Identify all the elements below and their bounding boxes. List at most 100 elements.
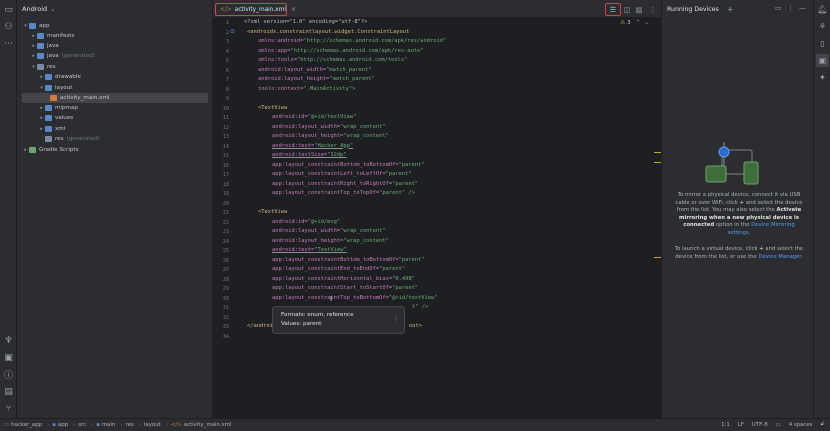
version-control-icon[interactable]: ⑂ (2, 402, 15, 415)
chevron-right-icon[interactable]: ▸ (30, 33, 37, 39)
running-devices-icon[interactable]: ▣ (816, 54, 829, 67)
device-manager-link[interactable]: Device Manager (758, 254, 801, 260)
tree-item-manifests[interactable]: ▸ manifests (30, 31, 74, 41)
line-separator[interactable]: LF (738, 422, 744, 428)
code-line: android:text="Hacker App" (272, 142, 353, 151)
breadcrumb-item[interactable]: layout (144, 422, 161, 428)
activity-gutter-icon[interactable]: ⊙ (230, 28, 235, 35)
xml-file-icon: </> (170, 422, 182, 428)
gemini-icon[interactable]: ✦ (816, 71, 829, 84)
chevron-right-icon[interactable]: ▸ (22, 147, 29, 153)
chevron-down-icon[interactable]: ▾ (30, 64, 37, 70)
running-devices-header: Running Devices + ▭ ⋮ — (662, 0, 813, 18)
more-options-icon[interactable]: ⋮ (787, 4, 794, 12)
line-number: 17 (222, 172, 229, 178)
warning-stripe-marker[interactable] (654, 257, 661, 258)
close-icon[interactable]: × (291, 7, 296, 13)
tree-item-activity-main-xml[interactable]: activity_main.xml (50, 93, 109, 103)
tree-item-mipmap[interactable]: ▸ mipmap (38, 103, 78, 113)
lock-icon[interactable]: 🔓︎ (821, 421, 825, 428)
tree-item-gradle-scripts[interactable]: ▸ Gradle Scripts (22, 145, 79, 155)
breadcrumb-item[interactable]: src (78, 422, 86, 428)
chevron-right-icon[interactable]: ▸ (30, 53, 37, 59)
folder-icon (45, 126, 52, 132)
breadcrumb-item[interactable]: res (126, 422, 134, 428)
line-number: 4 (225, 48, 229, 55)
breadcrumb-item[interactable]: hacker_app (11, 422, 42, 428)
tree-item-java-generated[interactable]: ▸ java (generated) (30, 51, 95, 61)
split-view-button[interactable]: ◫ (621, 3, 633, 16)
warning-stripe-marker[interactable] (654, 162, 661, 163)
terminal-icon[interactable]: ▤ (2, 385, 15, 398)
add-device-button[interactable]: + (727, 5, 734, 14)
chevron-right-icon[interactable]: ▸ (38, 126, 45, 132)
code-line: out> (409, 323, 422, 329)
code-line: android:layout_width="match_parent" (258, 66, 372, 75)
chevron-right-icon[interactable]: ▸ (38, 115, 45, 121)
tree-item-layout[interactable]: ▾ layout (38, 83, 72, 93)
minimize-icon[interactable]: — (799, 4, 806, 12)
chevron-down-icon[interactable]: ▾ (38, 85, 45, 91)
resources-folder-icon (37, 64, 44, 70)
design-view-button[interactable]: ▨ (633, 3, 645, 16)
tree-item-xml[interactable]: ▸ xml (38, 124, 65, 134)
tree-item-drawable[interactable]: ▸ drawable (38, 72, 81, 82)
layout-icon[interactable]: ▭ (775, 4, 782, 12)
gradle-icon[interactable]: ⚘ (816, 20, 829, 33)
tree-item-app[interactable]: ▾ app (22, 21, 50, 31)
breadcrumb-item[interactable]: main (102, 422, 115, 428)
code-area[interactable]: <?xml version="1.0" encoding="utf-8"?> <… (244, 18, 654, 418)
code-line: app:layout_constraintTop_toBottomOf="@+i… (272, 294, 438, 303)
devices-illustration-icon (705, 142, 759, 185)
code-attr: android:layout_width= (258, 66, 327, 73)
breadcrumb: ▭ hacker_app › ▪ app › src › ▪ main › res › lay… (0, 422, 233, 428)
code-value: "TextView" (314, 247, 347, 253)
chevron-up-icon[interactable]: ⌃ (636, 20, 641, 26)
device-manager-icon[interactable]: ▯ (816, 37, 829, 50)
structure-icon[interactable]: ⚇ (2, 20, 15, 33)
code-view-button[interactable]: ☰ (605, 3, 621, 16)
chevron-down-icon[interactable]: ▾ (22, 23, 29, 29)
code-line: <TextView (258, 104, 288, 111)
code-line: android:id="@+id/msg" (272, 218, 340, 227)
indent-setting[interactable]: 4 spaces (789, 422, 813, 428)
chevron-right-icon[interactable]: ▸ (30, 43, 37, 49)
code-line: <?xml version="1.0" encoding="utf-8"?> (244, 19, 368, 25)
more-tools-icon[interactable]: ⋯ (2, 37, 15, 50)
chevron-right-icon[interactable]: ▸ (38, 105, 45, 111)
file-encoding[interactable]: UTF-8 (752, 422, 768, 428)
tab-activity-main-xml[interactable]: </> activity_main.xml × (215, 3, 296, 16)
tree-item-label: java (47, 53, 59, 59)
project-folder-icon[interactable]: ▭ (2, 3, 15, 16)
project-view-selector[interactable]: Android ⌄ (17, 0, 212, 18)
chevron-down-icon[interactable]: ⌄ (644, 20, 649, 26)
tree-item-label: res (47, 64, 56, 70)
breadcrumb-item[interactable]: app (58, 422, 68, 428)
code-line: android:layout_width="wrap_content" (272, 227, 386, 236)
code-editor[interactable]: 1 2 3 4 5 6 7 8 9 10 11 12 13 14 15 16 1… (213, 18, 661, 418)
problems-icon[interactable]: ⓘ (2, 368, 15, 381)
left-tool-rail: ▭ ⚇ ⋯ ♆ ▣ ⓘ ▤ ⑂ (0, 0, 17, 431)
code-attr: xmlns:android= (258, 38, 304, 44)
editorconfig-icon[interactable]: ▭ (776, 422, 781, 428)
breadcrumb-item[interactable]: activity_main.xml (184, 422, 232, 428)
tree-item-values[interactable]: ▸ values (38, 113, 73, 123)
tree-item-label: Gradle Scripts (39, 147, 79, 153)
build-variants-icon[interactable]: ♆ (2, 334, 15, 347)
warning-stripe-marker[interactable] (654, 152, 661, 153)
tree-item-res[interactable]: ▾ res (30, 62, 56, 72)
code-line: android:text="TextView" (272, 246, 347, 255)
more-options-icon[interactable]: ⋮ (393, 316, 399, 322)
chevron-right-icon[interactable]: ▸ (38, 74, 45, 80)
code-attr: xmlns:app= (258, 47, 291, 54)
line-number: 20 (222, 200, 229, 207)
caret-position[interactable]: 1:1 (721, 422, 730, 428)
more-options-icon[interactable]: ⋮ (647, 3, 659, 16)
tree-item-java[interactable]: ▸ java (30, 41, 59, 51)
tree-item-res-generated[interactable]: res (generated) (38, 134, 100, 144)
code-attr: android:layout_width= (272, 228, 341, 234)
notifications-icon[interactable]: 🔔︎ (816, 3, 829, 16)
code-line: <TextView (258, 209, 288, 215)
run-logcat-icon[interactable]: ▣ (2, 351, 15, 364)
inspection-widget[interactable]: ⚠ 3 ⌃ ⌄ (620, 20, 649, 26)
